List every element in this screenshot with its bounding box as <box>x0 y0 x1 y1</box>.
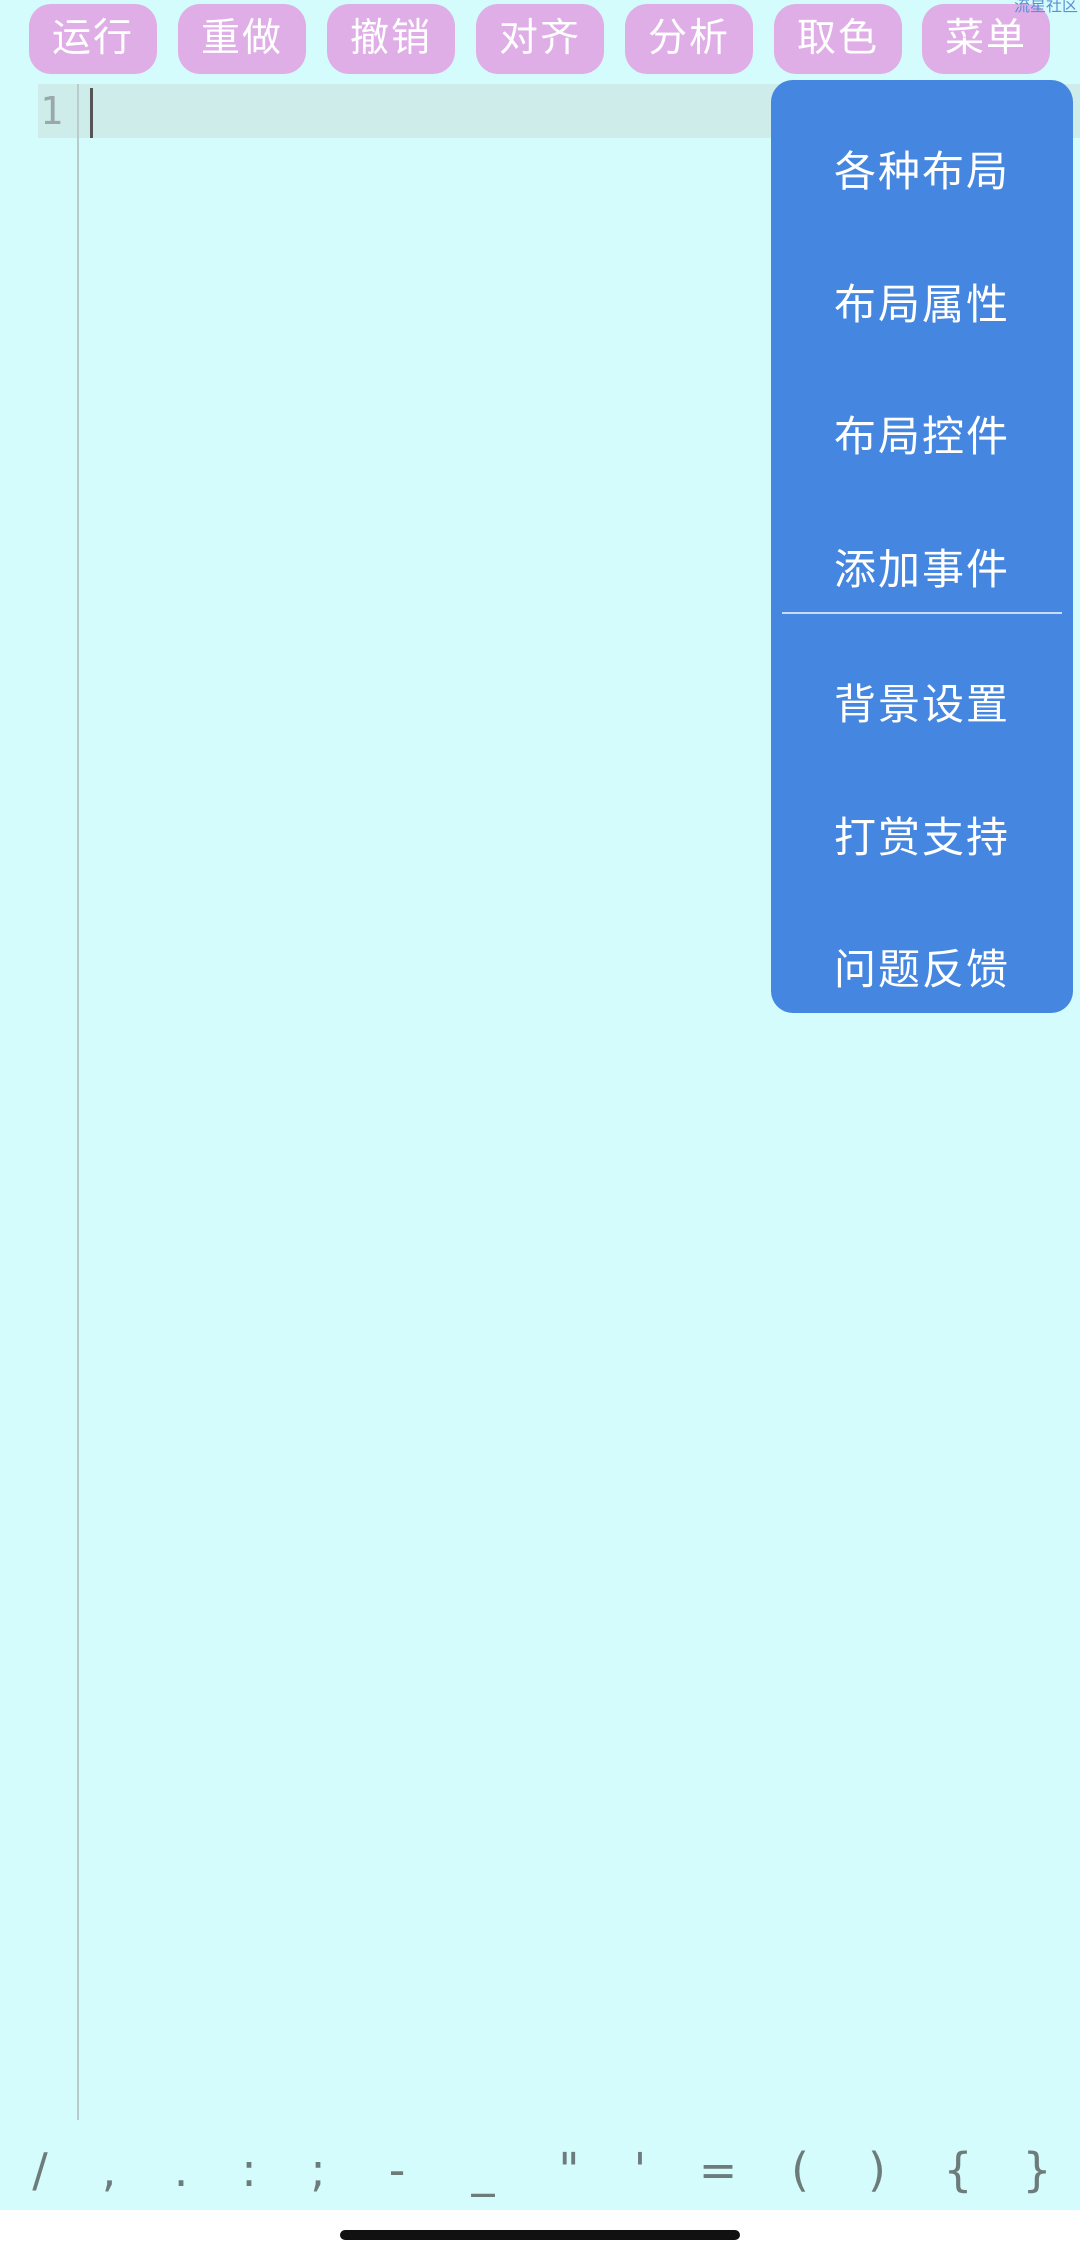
run-button[interactable]: 运行 <box>29 4 157 74</box>
color-pick-button[interactable]: 取色 <box>774 4 902 74</box>
analyze-button[interactable]: 分析 <box>625 4 753 74</box>
symbol-key-open-paren[interactable]: ( <box>772 2140 828 2200</box>
menu-item-layouts[interactable]: 各种布局 <box>771 117 1073 227</box>
menu-item-layout-attrs[interactable]: 布局属性 <box>771 250 1073 360</box>
watermark: 流星社区 <box>1013 0 1078 15</box>
home-indicator[interactable] <box>340 2230 740 2240</box>
menu-item-feedback[interactable]: 问题反馈 <box>771 915 1073 1025</box>
menu-item-layout-controls[interactable]: 布局控件 <box>771 382 1073 492</box>
dropdown-menu: 各种布局 布局属性 布局控件 添加事件 背景设置 打赏支持 问题反馈 <box>771 80 1073 1013</box>
symbol-key-semicolon[interactable]: ; <box>290 2140 346 2200</box>
text-caret <box>90 88 93 138</box>
symbol-key-period[interactable]: . <box>153 2140 209 2200</box>
symbol-key-colon[interactable]: : <box>221 2140 277 2200</box>
symbol-key-comma[interactable]: , <box>81 2140 137 2200</box>
menu-divider <box>782 612 1062 614</box>
home-bar <box>0 2210 1080 2256</box>
redo-button[interactable]: 重做 <box>178 4 306 74</box>
symbol-bar: / , . : ; - _ " ' = ( ) { } <box>0 2140 1080 2200</box>
undo-button[interactable]: 撤销 <box>327 4 455 74</box>
menu-item-background[interactable]: 背景设置 <box>771 650 1073 760</box>
symbol-key-equals[interactable]: = <box>690 2140 746 2200</box>
symbol-key-open-brace[interactable]: { <box>930 2140 986 2200</box>
symbol-key-hyphen[interactable]: - <box>369 2140 425 2200</box>
top-toolbar: 运行 重做 撤销 对齐 分析 取色 菜单 流星社区 <box>0 0 1080 80</box>
symbol-key-single-quote[interactable]: ' <box>612 2140 668 2200</box>
line-number: 1 <box>40 89 63 133</box>
gutter-divider <box>77 84 79 2120</box>
symbol-key-double-quote[interactable]: " <box>541 2140 597 2200</box>
menu-item-donate[interactable]: 打赏支持 <box>771 783 1073 893</box>
menu-item-add-event[interactable]: 添加事件 <box>771 515 1073 625</box>
align-button[interactable]: 对齐 <box>476 4 604 74</box>
symbol-key-underscore[interactable]: _ <box>455 2140 511 2200</box>
symbol-key-close-brace[interactable]: } <box>1009 2140 1065 2200</box>
symbol-key-slash[interactable]: / <box>12 2140 68 2200</box>
symbol-key-close-paren[interactable]: ) <box>849 2140 905 2200</box>
